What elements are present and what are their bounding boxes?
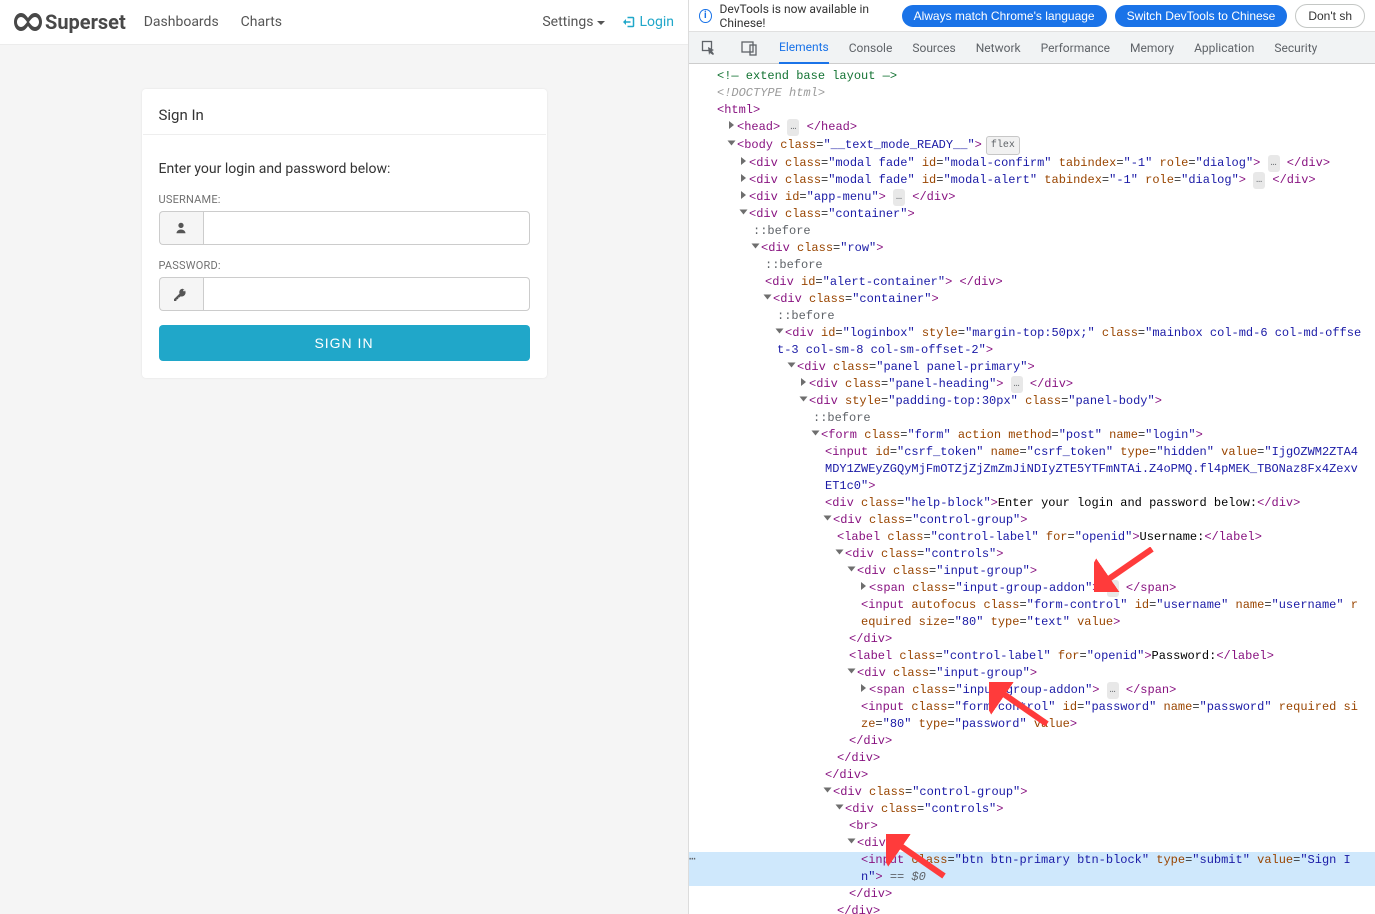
settings-label: Settings <box>542 14 593 30</box>
expand-icon[interactable] <box>776 329 784 334</box>
signin-button[interactable]: SIGN IN <box>159 325 530 361</box>
caret-down-icon <box>597 21 605 25</box>
expand-icon[interactable] <box>800 397 808 402</box>
username-input[interactable] <box>203 211 530 245</box>
dom-selected-line[interactable]: ⋯<input class="btn btn-primary btn-block… <box>689 852 1375 886</box>
expand-icon[interactable] <box>752 244 760 249</box>
expand-icon[interactable] <box>812 431 820 436</box>
login-arrow-icon <box>623 16 635 28</box>
tab-network[interactable]: Network <box>976 33 1021 63</box>
tab-security[interactable]: Security <box>1274 33 1317 63</box>
tab-application[interactable]: Application <box>1194 33 1254 63</box>
tab-sources[interactable]: Sources <box>912 33 955 63</box>
nav-dashboards[interactable]: Dashboards <box>144 14 219 30</box>
inspect-icon[interactable] <box>699 38 719 58</box>
key-icon <box>159 277 203 311</box>
nav-left: Dashboards Charts <box>144 14 282 30</box>
expand-icon[interactable] <box>836 805 844 810</box>
devtools-panel: i DevTools is now available in Chinese! … <box>688 0 1375 914</box>
password-input[interactable] <box>203 277 530 311</box>
panel-heading: Sign In <box>143 90 546 135</box>
tab-elements[interactable]: Elements <box>779 32 829 64</box>
expand-icon[interactable] <box>848 839 856 844</box>
login-label: Login <box>639 14 674 30</box>
tab-performance[interactable]: Performance <box>1041 33 1110 63</box>
expand-icon[interactable] <box>836 550 844 555</box>
expand-icon[interactable] <box>741 191 746 199</box>
password-group <box>159 277 530 311</box>
signin-panel: Sign In Enter your login and password be… <box>142 89 547 378</box>
login-area: Sign In Enter your login and password be… <box>0 45 688 378</box>
expand-icon[interactable] <box>741 174 746 182</box>
dom-comment: <!— extend base layout —> <box>717 69 897 83</box>
flex-badge[interactable]: flex <box>986 136 1020 155</box>
signin-title: Sign In <box>159 106 530 124</box>
help-text: Enter your login and password below: <box>159 161 530 177</box>
expand-icon[interactable] <box>848 567 856 572</box>
device-toggle-icon[interactable] <box>739 38 759 58</box>
expand-icon[interactable] <box>801 378 806 386</box>
devtools-tabbar: Elements Console Sources Network Perform… <box>689 32 1375 64</box>
expand-icon[interactable] <box>861 684 866 692</box>
tab-console[interactable]: Console <box>849 33 893 63</box>
user-icon <box>159 211 203 245</box>
expand-icon[interactable] <box>740 210 748 215</box>
expand-icon[interactable] <box>861 582 866 590</box>
expand-icon[interactable] <box>788 363 796 368</box>
superset-logo-icon <box>14 13 42 31</box>
always-match-button[interactable]: Always match Chrome's language <box>902 5 1107 27</box>
username-group <box>159 211 530 245</box>
expand-icon[interactable] <box>741 157 746 165</box>
devtools-banner: i DevTools is now available in Chinese! … <box>689 0 1375 32</box>
switch-devtools-button[interactable]: Switch DevTools to Chinese <box>1115 5 1288 27</box>
expand-icon[interactable] <box>824 516 832 521</box>
username-label: USERNAME: <box>159 193 530 206</box>
brand-text: Superset <box>45 10 126 34</box>
ellipsis-icon[interactable]: ⋯ <box>689 852 696 869</box>
info-icon: i <box>699 9 712 23</box>
banner-text: DevTools is now available in Chinese! <box>720 2 894 30</box>
dom-doctype: <!DOCTYPE html> <box>717 86 825 100</box>
brand-logo-group[interactable]: Superset <box>14 10 126 34</box>
dont-show-button[interactable]: Don't sh <box>1295 4 1365 28</box>
app-viewport: Superset Dashboards Charts Settings Logi… <box>0 0 688 914</box>
password-label: PASSWORD: <box>159 259 530 272</box>
nav-charts[interactable]: Charts <box>241 14 282 30</box>
tab-memory[interactable]: Memory <box>1130 33 1174 63</box>
nav-settings[interactable]: Settings <box>542 14 605 30</box>
expand-icon[interactable] <box>728 141 736 146</box>
expand-icon[interactable] <box>729 121 734 129</box>
expand-icon[interactable] <box>824 788 832 793</box>
expand-icon[interactable] <box>764 295 772 300</box>
panel-body: Enter your login and password below: USE… <box>143 135 546 377</box>
dom-tree[interactable]: <!— extend base layout —> <!DOCTYPE html… <box>689 64 1375 914</box>
nav-right: Settings Login <box>542 14 674 30</box>
nav-login[interactable]: Login <box>623 14 674 30</box>
top-navbar: Superset Dashboards Charts Settings Logi… <box>0 0 688 45</box>
expand-icon[interactable] <box>848 669 856 674</box>
